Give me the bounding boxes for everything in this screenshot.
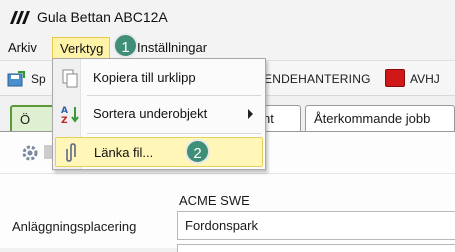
menu-bar: Arkiv Verktyg Inställningar xyxy=(0,36,455,60)
menu-item-kopiera-label: Kopiera till urklipp xyxy=(93,70,196,85)
toolbar-avhj-label[interactable]: AVHJ xyxy=(410,72,440,86)
svg-text:A: A xyxy=(61,106,68,116)
stop-icon[interactable] xyxy=(385,69,405,87)
window-title: Gula Bettan ABC12A xyxy=(37,9,168,25)
group-label: ACME SWE xyxy=(179,193,250,208)
tab-overview-label: Ö xyxy=(20,112,31,127)
menu-item-lanka-fil[interactable]: Länka fil... xyxy=(55,137,263,167)
field-label-anlaggningsplacering: Anläggningsplacering xyxy=(12,219,137,234)
anlaggningsplacering-field[interactable]: Fordonspark xyxy=(177,211,455,240)
submenu-arrow-icon xyxy=(248,109,253,119)
toolbar-endehantering-label[interactable]: ENDEHANTERING xyxy=(264,72,371,86)
menu-item-sortera-label: Sortera underobjekt xyxy=(93,106,208,121)
menu-item-sortera[interactable]: A Z Sortera underobjekt xyxy=(55,99,263,129)
app-logo-icon xyxy=(10,11,30,24)
toolbar-sp-label[interactable]: Sp xyxy=(31,72,46,86)
menu-separator xyxy=(87,133,261,134)
step-badge-2: 2 xyxy=(185,139,210,164)
paperclip-icon xyxy=(66,143,76,162)
tab-aterkommande-jobb-label: Återkommande jobb xyxy=(314,111,431,126)
menu-verktyg[interactable]: Verktyg xyxy=(52,37,110,59)
save-icon[interactable] xyxy=(7,71,25,87)
divider xyxy=(0,173,455,174)
copy-icon xyxy=(62,69,78,88)
menu-installningar[interactable]: Inställningar xyxy=(137,40,207,55)
menu-item-lanka-fil-label: Länka fil... xyxy=(94,145,154,160)
gear-icon[interactable] xyxy=(21,144,39,162)
step-badge-1: 1 xyxy=(113,33,138,58)
menu-arkiv[interactable]: Arkiv xyxy=(8,40,37,55)
svg-text:Z: Z xyxy=(61,116,68,124)
verktyg-dropdown-menu: Kopiera till urklipp A Z Sortera underob… xyxy=(52,58,266,170)
menu-item-kopiera[interactable]: Kopiera till urklipp xyxy=(55,63,263,93)
sort-az-icon: A Z xyxy=(61,106,79,124)
field-value: Fordonspark xyxy=(185,218,258,233)
next-field[interactable] xyxy=(177,244,455,252)
tab-overview[interactable]: Ö xyxy=(10,105,58,131)
title-bar: Gula Bettan ABC12A xyxy=(0,0,455,36)
menu-separator xyxy=(87,95,261,96)
tab-aterkommande-jobb[interactable]: Återkommande jobb xyxy=(305,105,455,131)
